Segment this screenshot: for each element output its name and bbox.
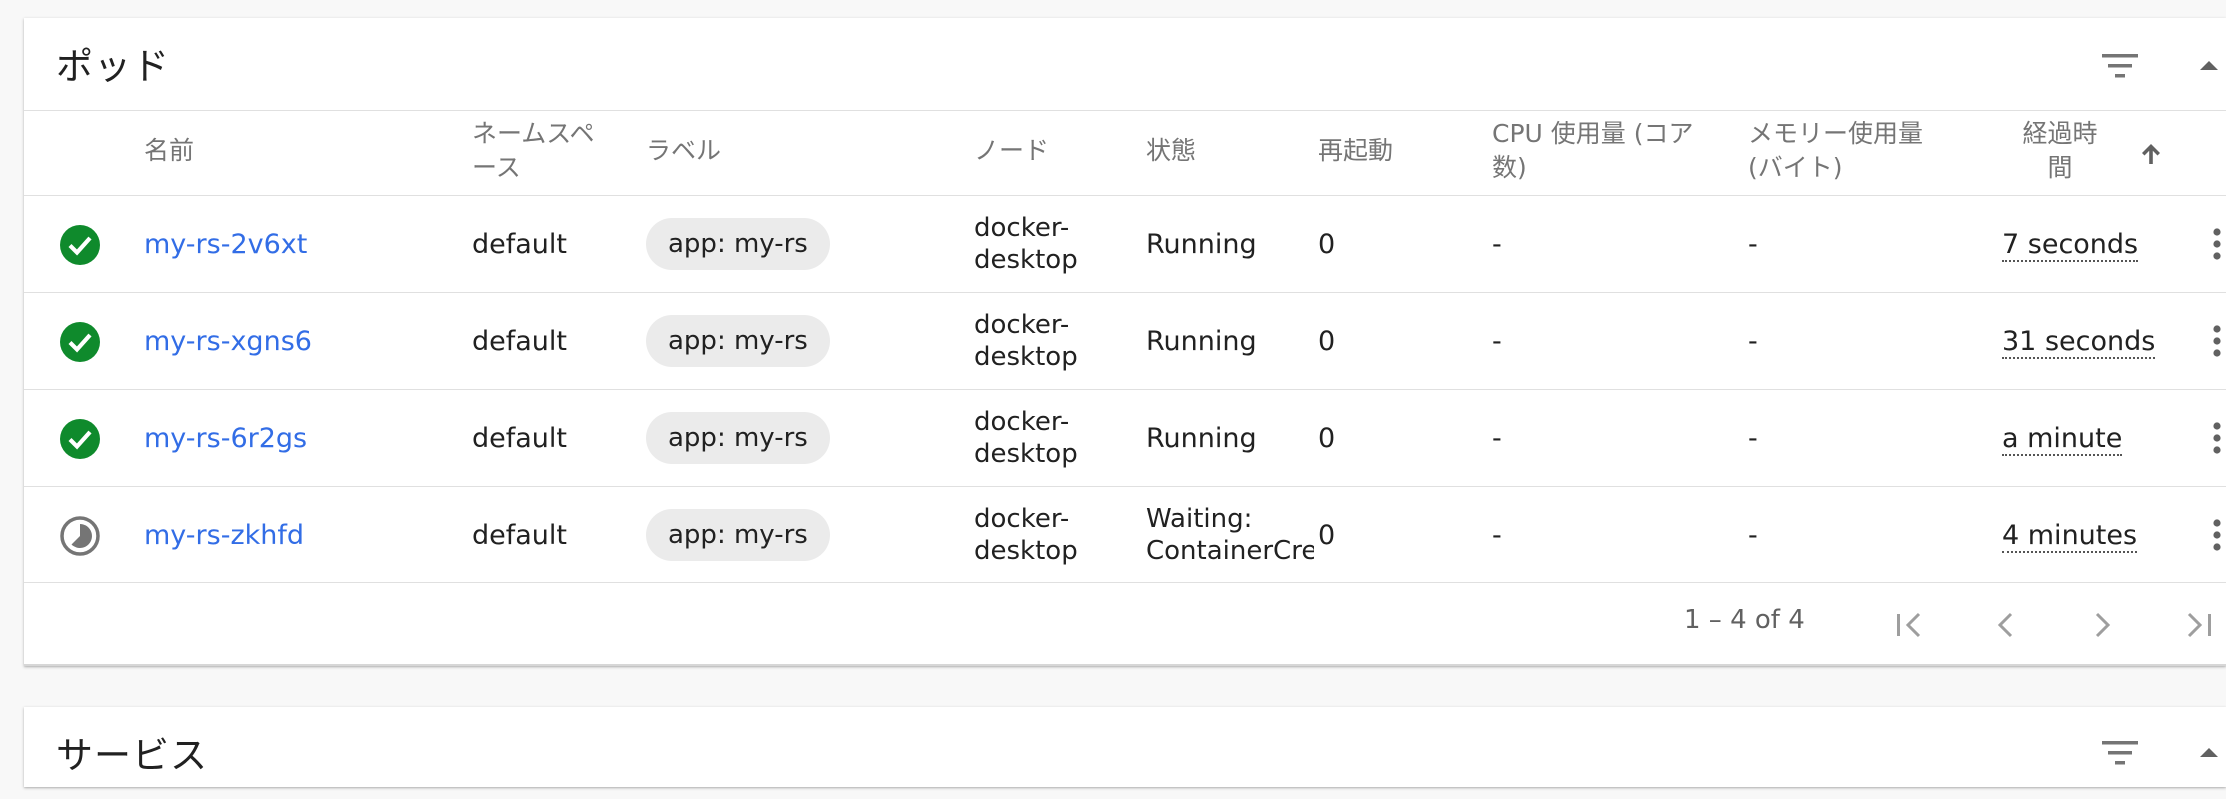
age-value[interactable]: 4 minutes: [2002, 517, 2138, 555]
services-card-header[interactable]: サービス: [24, 707, 2226, 799]
previous-page-icon[interactable]: [1982, 603, 2030, 647]
status-value: Running: [1146, 326, 1257, 357]
age-text: 7 seconds: [2002, 229, 2139, 262]
node-value-line2: desktop: [974, 439, 1078, 469]
memory-value: -: [1748, 229, 1758, 260]
node-value-line1: docker-: [974, 310, 1070, 340]
pods-card: ポッド 名前 ネームスペ ース ラベル ノード 状態 再起動 CPU 使用量 (…: [24, 18, 2226, 666]
services-card: サービス: [24, 707, 2226, 787]
check-circle-icon: [58, 320, 102, 364]
column-header-age[interactable]: 経過時 間: [2014, 117, 2106, 185]
column-header-namespace-line2: ース: [472, 153, 521, 182]
node-value: docker- desktop: [974, 212, 1078, 276]
divider: [24, 664, 2226, 666]
filter-icon[interactable]: [2098, 48, 2142, 84]
node-value-line2: desktop: [974, 536, 1078, 566]
table-row[interactable]: my-rs-zkhfd default app: my-rs docker- d…: [24, 486, 2226, 584]
restarts-value: 0: [1318, 423, 1336, 454]
status-value-line1: Waiting:: [1146, 504, 1253, 534]
node-value-line1: docker-: [974, 407, 1070, 437]
more-vert-icon[interactable]: [2202, 416, 2226, 460]
node-value-line2: desktop: [974, 245, 1078, 275]
column-header-age-line2: 間: [2047, 153, 2073, 182]
pods-card-header[interactable]: ポッド: [24, 18, 2226, 110]
age-value[interactable]: 7 seconds: [2002, 226, 2139, 264]
node-value-line2: desktop: [974, 342, 1078, 372]
paginator-range-label: 1 – 4 of 4: [1684, 605, 1805, 635]
node-value-line1: docker-: [974, 504, 1070, 534]
services-card-title: サービス: [56, 734, 208, 777]
label-chip: app: my-rs: [646, 315, 830, 367]
memory-value: -: [1748, 520, 1758, 551]
pod-name-link[interactable]: my-rs-zkhfd: [144, 517, 304, 555]
age-value[interactable]: a minute: [2002, 420, 2123, 458]
table-row[interactable]: my-rs-6r2gs default app: my-rs docker- d…: [24, 389, 2226, 487]
table-row[interactable]: my-rs-xgns6 default app: my-rs docker- d…: [24, 292, 2226, 390]
column-header-cpu-line2: 数): [1492, 153, 1527, 182]
namespace-value: default: [472, 520, 568, 551]
age-text: a minute: [2002, 423, 2123, 456]
pending-timelapse-icon: [58, 514, 102, 558]
memory-value: -: [1748, 423, 1758, 454]
namespace-value: default: [472, 423, 568, 454]
column-header-node[interactable]: ノード: [974, 134, 1049, 168]
column-header-namespace[interactable]: ネームスペ ース: [472, 117, 595, 185]
memory-value: -: [1748, 326, 1758, 357]
column-header-memory[interactable]: メモリー使用量 (バイト): [1748, 117, 1923, 185]
label-chip: app: my-rs: [646, 509, 830, 561]
namespace-value: default: [472, 326, 568, 357]
cpu-value: -: [1492, 326, 1502, 357]
age-text: 4 minutes: [2002, 520, 2138, 553]
check-circle-icon: [58, 223, 102, 267]
chevron-up-icon[interactable]: [2192, 739, 2226, 765]
first-page-icon[interactable]: [1886, 603, 1934, 647]
column-header-restarts[interactable]: 再起動: [1318, 134, 1393, 168]
node-value: docker- desktop: [974, 503, 1078, 567]
paginator: 1 – 4 of 4: [24, 582, 2226, 667]
table-header: 名前 ネームスペ ース ラベル ノード 状態 再起動 CPU 使用量 (コア 数…: [24, 111, 2226, 195]
pods-card-title: ポッド: [56, 45, 170, 88]
more-vert-icon[interactable]: [2202, 319, 2226, 363]
more-vert-icon[interactable]: [2202, 513, 2226, 557]
cpu-value: -: [1492, 520, 1502, 551]
column-header-name[interactable]: 名前: [144, 134, 194, 168]
status-value: Running: [1146, 423, 1257, 454]
column-header-cpu-line1: CPU 使用量 (コア: [1492, 119, 1694, 148]
status-value: Waiting: ContainerCreating: [1146, 503, 1314, 567]
next-page-icon[interactable]: [2078, 603, 2126, 647]
column-header-cpu[interactable]: CPU 使用量 (コア 数): [1492, 117, 1693, 185]
cpu-value: -: [1492, 423, 1502, 454]
node-value: docker- desktop: [974, 309, 1078, 373]
pod-name-link[interactable]: my-rs-6r2gs: [144, 420, 307, 458]
status-value: Running: [1146, 229, 1257, 260]
chevron-up-icon[interactable]: [2192, 52, 2226, 78]
age-value[interactable]: 31 seconds: [2002, 323, 2156, 361]
namespace-value: default: [472, 229, 568, 260]
restarts-value: 0: [1318, 229, 1336, 260]
column-header-memory-line2: (バイト): [1748, 153, 1843, 182]
pod-name-link[interactable]: my-rs-2v6xt: [144, 226, 307, 264]
status-value-line2: ContainerCreating: [1146, 536, 1314, 566]
restarts-value: 0: [1318, 326, 1336, 357]
node-value-line1: docker-: [974, 213, 1070, 243]
arrow-up-icon[interactable]: [2138, 141, 2164, 167]
pod-name-link[interactable]: my-rs-xgns6: [144, 323, 312, 361]
node-value: docker- desktop: [974, 406, 1078, 470]
label-chip: app: my-rs: [646, 218, 830, 270]
last-page-icon[interactable]: [2174, 603, 2222, 647]
column-header-status[interactable]: 状態: [1146, 134, 1196, 168]
cpu-value: -: [1492, 229, 1502, 260]
column-header-namespace-line1: ネームスペ: [472, 119, 595, 148]
restarts-value: 0: [1318, 520, 1336, 551]
label-chip: app: my-rs: [646, 412, 830, 464]
check-circle-icon: [58, 417, 102, 461]
age-text: 31 seconds: [2002, 326, 2156, 359]
column-header-memory-line1: メモリー使用量: [1748, 119, 1924, 148]
more-vert-icon[interactable]: [2202, 222, 2226, 266]
table-row[interactable]: my-rs-2v6xt default app: my-rs docker- d…: [24, 195, 2226, 293]
column-header-age-line1: 経過時: [2022, 119, 2098, 148]
column-header-labels: ラベル: [646, 136, 722, 165]
filter-icon[interactable]: [2098, 735, 2142, 771]
